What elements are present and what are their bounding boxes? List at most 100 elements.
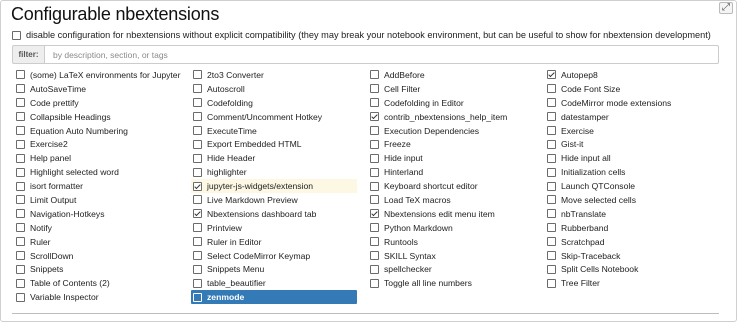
nbextension-checkbox[interactable] [193,209,202,219]
nbextension-checkbox[interactable] [16,223,25,233]
nbextension-checkbox[interactable] [193,237,202,247]
nbextension-checkbox[interactable] [370,167,379,177]
nbextension-checkbox[interactable] [193,264,202,274]
nbextension-checkbox[interactable] [16,70,25,80]
nbextension-checkbox[interactable] [370,278,379,288]
nbextension-item[interactable]: (some) LaTeX environments for Jupyter [14,68,180,82]
nbextension-item[interactable]: Toggle all line numbers [368,276,534,290]
resize-icon[interactable]: ⤢ [719,2,733,14]
nbextension-checkbox[interactable] [547,126,556,135]
nbextension-checkbox[interactable] [193,251,202,261]
nbextension-item[interactable]: Collapsible Headings [14,110,180,124]
nbextension-checkbox[interactable] [370,223,379,233]
nbextension-item[interactable]: SKILL Syntax [368,249,534,263]
nbextension-item[interactable]: Move selected cells [545,193,711,207]
nbextension-item[interactable]: contrib_nbextensions_help_item [368,110,534,124]
nbextension-item[interactable]: Ruler [14,235,180,249]
nbextension-item[interactable]: Code prettify [14,96,180,110]
nbextension-checkbox[interactable] [193,112,202,122]
nbextension-checkbox[interactable] [193,98,202,108]
nbextension-item[interactable]: jupyter-js-widgets/extension [191,179,357,194]
nbextension-checkbox[interactable] [370,251,379,261]
nbextension-item[interactable]: Split Cells Notebook [545,262,711,276]
nbextension-item[interactable]: Autoscroll [191,82,357,96]
nbextension-item[interactable]: Exercise2 [14,137,180,151]
nbextension-checkbox[interactable] [193,278,202,288]
nbextension-item[interactable]: ScrollDown [14,249,180,263]
nbextension-checkbox[interactable] [193,126,202,135]
nbextension-item[interactable]: Navigation-Hotkeys [14,207,180,221]
nbextension-checkbox[interactable] [547,84,556,94]
nbextension-item[interactable]: Highlight selected word [14,165,180,179]
nbextension-item[interactable]: Codefolding [191,96,357,110]
nbextension-item[interactable]: Rubberband [545,221,711,235]
nbextension-item[interactable]: Runtools [368,235,534,249]
nbextension-item[interactable]: Comment/Uncomment Hotkey [191,110,357,124]
nbextension-item[interactable]: Exercise [545,124,711,138]
nbextension-item[interactable]: ExecuteTime [191,124,357,138]
nbextension-item[interactable]: AddBefore [368,68,534,82]
nbextension-checkbox[interactable] [370,181,379,191]
nbextension-checkbox[interactable] [370,70,379,80]
nbextension-checkbox[interactable] [16,112,25,122]
nbextension-item[interactable]: Help panel [14,151,180,165]
nbextension-item[interactable]: Launch QTConsole [545,179,711,193]
nbextension-item[interactable]: CodeMirror mode extensions [545,96,711,110]
nbextension-checkbox[interactable] [16,237,25,247]
nbextension-checkbox[interactable] [370,126,379,135]
nbextension-item[interactable]: Execution Dependencies [368,124,534,138]
nbextension-checkbox[interactable] [16,153,25,163]
nbextension-item[interactable]: Limit Output [14,193,180,207]
nbextension-checkbox[interactable] [16,264,25,274]
nbextension-item[interactable]: Export Embedded HTML [191,137,357,151]
nbextension-item[interactable]: Hide input [368,151,534,165]
nbextension-checkbox[interactable] [370,153,379,163]
nbextension-item[interactable]: Cell Filter [368,82,534,96]
nbextension-item[interactable]: Gist-it [545,137,711,151]
nbextension-item[interactable]: Printview [191,221,357,235]
nbextension-item[interactable]: Snippets [14,262,180,276]
nbextension-checkbox[interactable] [370,195,379,205]
nbextension-item[interactable]: Table of Contents (2) [14,276,180,290]
nbextension-checkbox[interactable] [547,251,556,261]
nbextension-checkbox[interactable] [193,167,202,177]
nbextension-checkbox[interactable] [547,112,556,122]
nbextension-checkbox[interactable] [193,292,202,302]
nbextension-item[interactable]: Freeze [368,137,534,151]
nbextension-checkbox[interactable] [16,278,25,288]
nbextension-checkbox[interactable] [547,70,556,80]
nbextension-checkbox[interactable] [547,264,556,274]
nbextension-checkbox[interactable] [16,139,25,149]
nbextension-checkbox[interactable] [193,70,202,80]
nbextension-checkbox[interactable] [547,278,556,288]
nbextension-checkbox[interactable] [547,153,556,163]
nbextension-checkbox[interactable] [16,126,25,135]
nbextension-item[interactable]: isort formatter [14,179,180,193]
nbextension-item[interactable]: Load TeX macros [368,193,534,207]
nbextension-item[interactable]: table_beautifier [191,276,357,290]
nbextension-item[interactable]: AutoSaveTime [14,82,180,96]
nbextension-checkbox[interactable] [370,84,379,94]
nbextension-item[interactable]: Keyboard shortcut editor [368,179,534,193]
nbextension-item[interactable]: nbTranslate [545,207,711,221]
nbextension-checkbox[interactable] [547,167,556,177]
nbextension-checkbox[interactable] [16,181,25,191]
nbextension-checkbox[interactable] [547,237,556,247]
nbextension-item[interactable]: Scratchpad [545,235,711,249]
nbextension-item[interactable]: 2to3 Converter [191,68,357,82]
nbextension-item[interactable]: Skip-Traceback [545,249,711,263]
nbextension-item[interactable]: Ruler in Editor [191,235,357,249]
nbextension-checkbox[interactable] [547,223,556,233]
nbextension-checkbox[interactable] [16,195,25,205]
nbextension-checkbox[interactable] [547,181,556,191]
filter-input[interactable] [44,45,719,64]
nbextension-item[interactable]: spellchecker [368,262,534,276]
nbextension-item[interactable]: Initialization cells [545,165,711,179]
nbextension-checkbox[interactable] [547,195,556,205]
nbextension-checkbox[interactable] [370,264,379,274]
disable-compat-option[interactable]: disable configuration for nbextensions w… [12,30,711,40]
nbextension-checkbox[interactable] [193,84,202,94]
nbextension-item[interactable]: Live Markdown Preview [191,193,357,207]
nbextension-checkbox[interactable] [547,139,556,149]
nbextension-item[interactable]: Python Markdown [368,221,534,235]
